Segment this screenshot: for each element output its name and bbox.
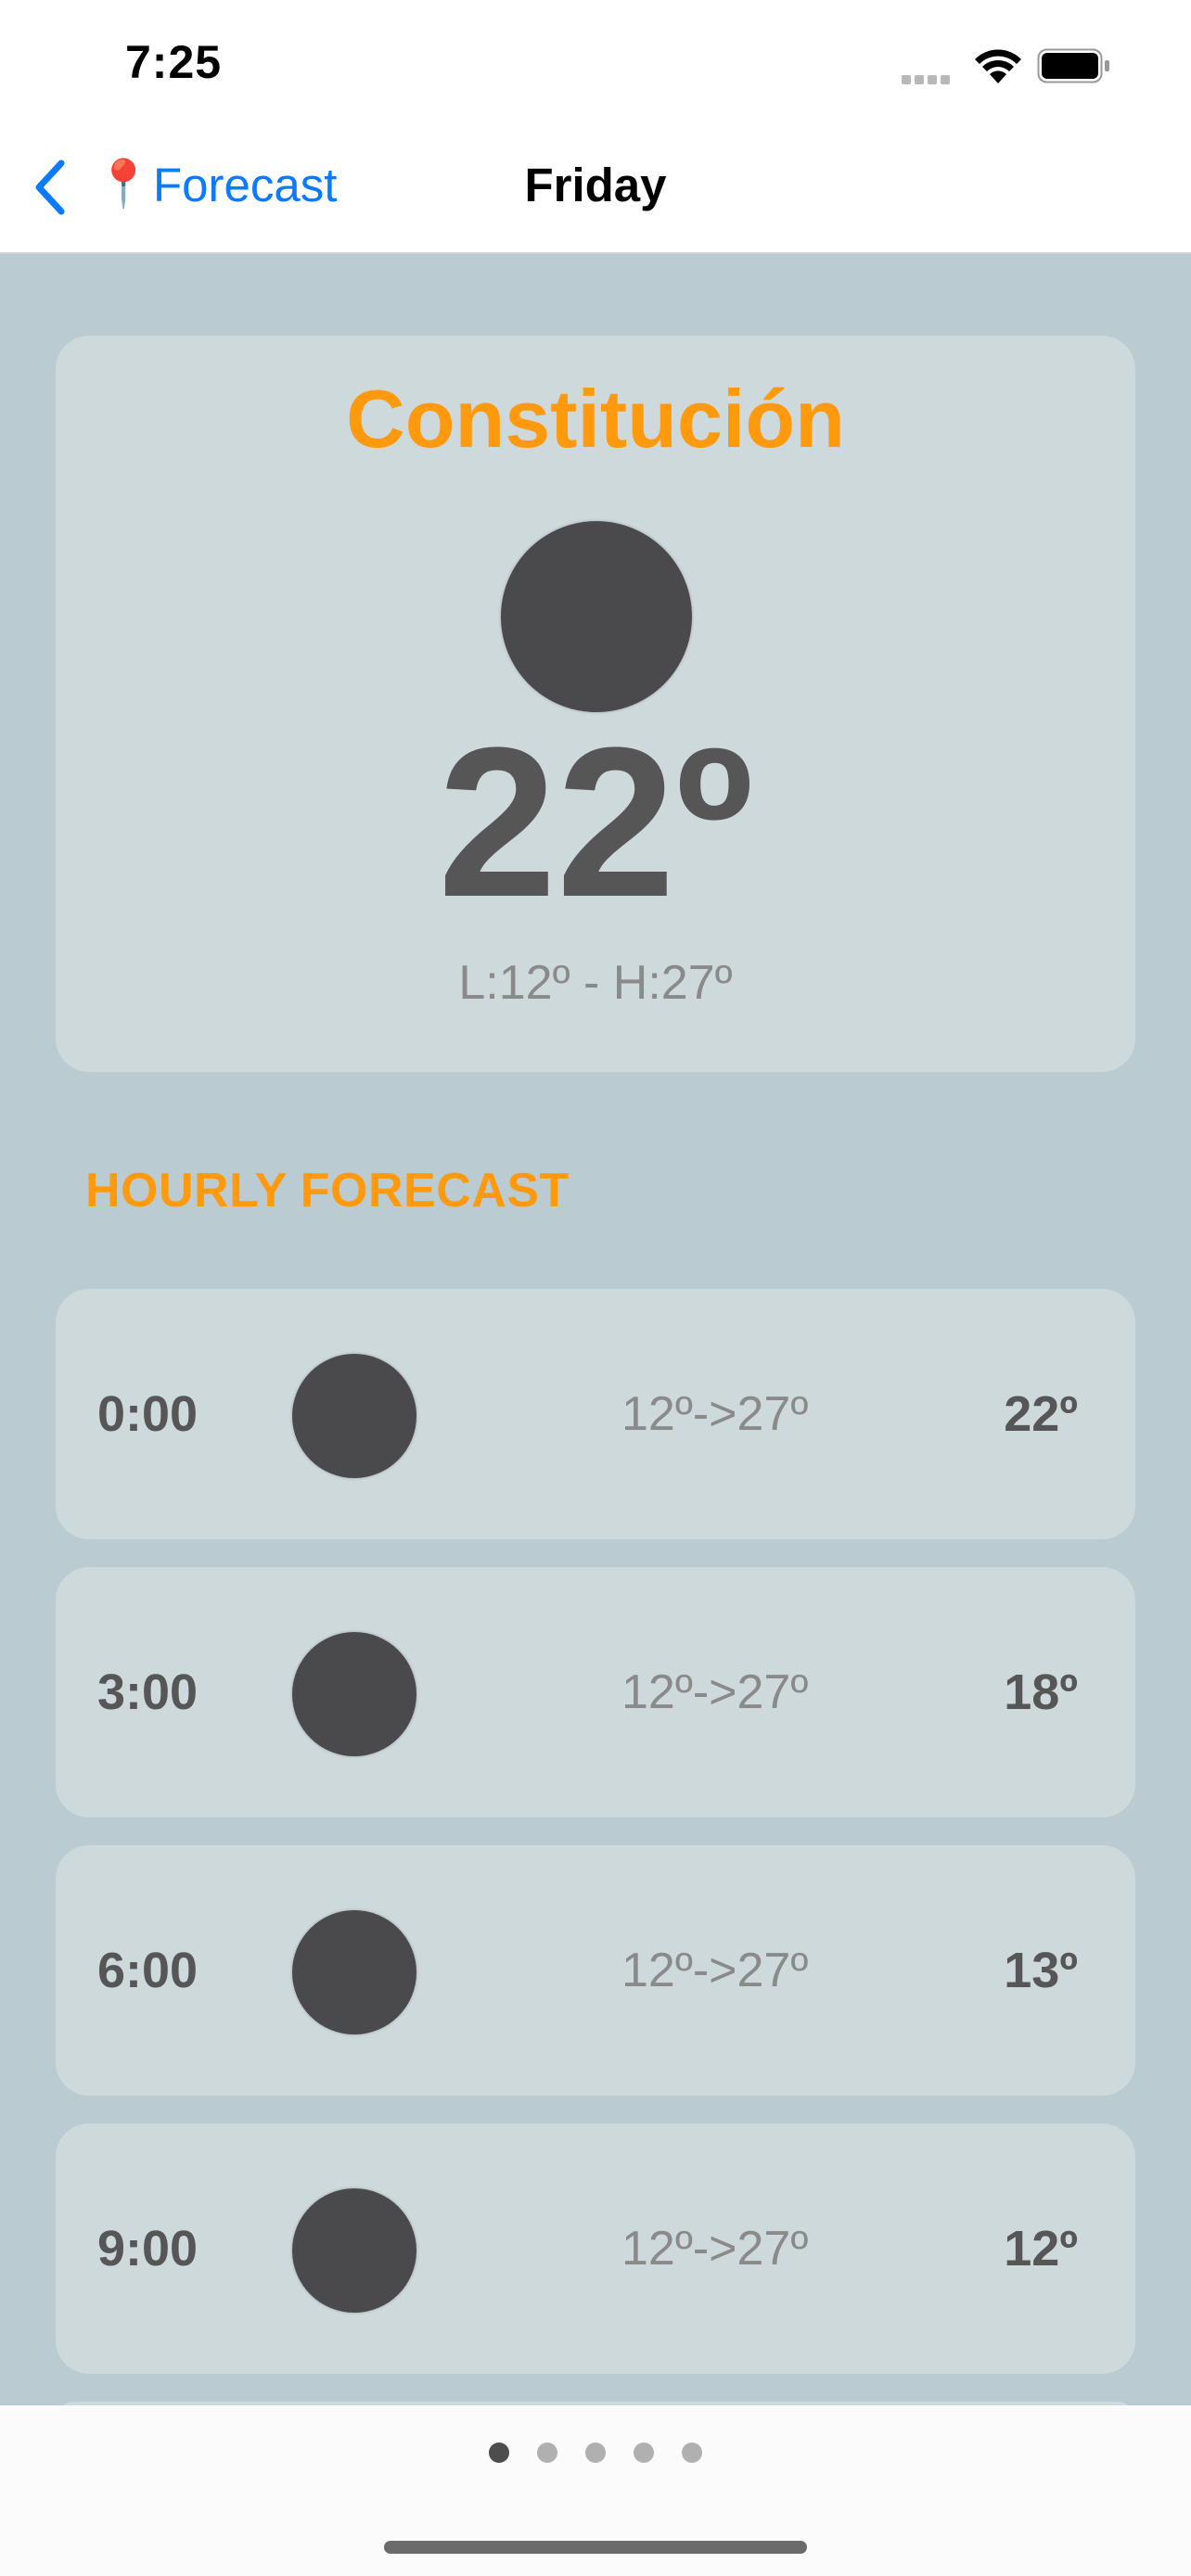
hour-range: 12º->27º: [621, 2222, 809, 2276]
page-control[interactable]: [0, 2442, 1191, 2463]
hour-label: 3:00: [97, 1664, 198, 1720]
bottom-bar: [0, 2405, 1191, 2576]
hour-label: 9:00: [97, 2221, 198, 2276]
status-bar: 7:25: [0, 0, 1191, 111]
hour-temperature: 13º: [1004, 1943, 1078, 1998]
city-name: Constitución: [346, 373, 845, 465]
hour-range: 12º->27º: [621, 1387, 809, 1441]
hourly-row[interactable]: 3:00 12º->27º 18º: [56, 1567, 1135, 1817]
page-dot[interactable]: [585, 2442, 606, 2463]
page-dot[interactable]: [537, 2442, 557, 2463]
temperature-range: L:12º - H:27º: [458, 956, 733, 1010]
hour-label: 0:00: [97, 1386, 198, 1442]
page-title: Friday: [524, 159, 667, 211]
hour-range: 12º->27º: [621, 1665, 809, 1719]
cellular-signal-icon: [902, 72, 955, 84]
page-dot[interactable]: [489, 2442, 509, 2463]
weather-icon: [292, 2188, 416, 2313]
current-weather-card: Constitución 22º L:12º - H:27º: [56, 336, 1135, 1072]
hour-temperature: 18º: [1004, 1664, 1078, 1720]
weather-icon: [292, 1910, 416, 2034]
hourly-row[interactable]: 9:00 12º->27º 12º: [56, 2123, 1135, 2374]
hour-label: 6:00: [97, 1943, 198, 1998]
page-dot[interactable]: [634, 2442, 654, 2463]
forecast-content[interactable]: Constitución 22º L:12º - H:27º HOURLY FO…: [0, 254, 1191, 2420]
page-dot[interactable]: [682, 2442, 702, 2463]
hourly-forecast-title: HOURLY FORECAST: [85, 1164, 570, 1218]
weather-icon: [292, 1354, 416, 1478]
current-temperature: 22º: [438, 703, 753, 941]
weather-icon: [292, 1632, 416, 1756]
navigation-bar: 📍 Forecast Friday: [0, 111, 1191, 254]
hourly-row[interactable]: 0:00 12º->27º 22º: [56, 1289, 1135, 1539]
home-indicator[interactable]: [384, 2541, 807, 2554]
hour-range: 12º->27º: [621, 1944, 809, 1997]
hour-temperature: 12º: [1004, 2221, 1078, 2276]
status-time: 7:25: [125, 36, 223, 88]
hourly-row[interactable]: 6:00 12º->27º 13º: [56, 1845, 1135, 2096]
battery-icon: [1037, 48, 1109, 83]
weather-icon: [501, 521, 692, 712]
wifi-icon: [975, 49, 1021, 83]
hour-temperature: 22º: [1004, 1386, 1078, 1442]
